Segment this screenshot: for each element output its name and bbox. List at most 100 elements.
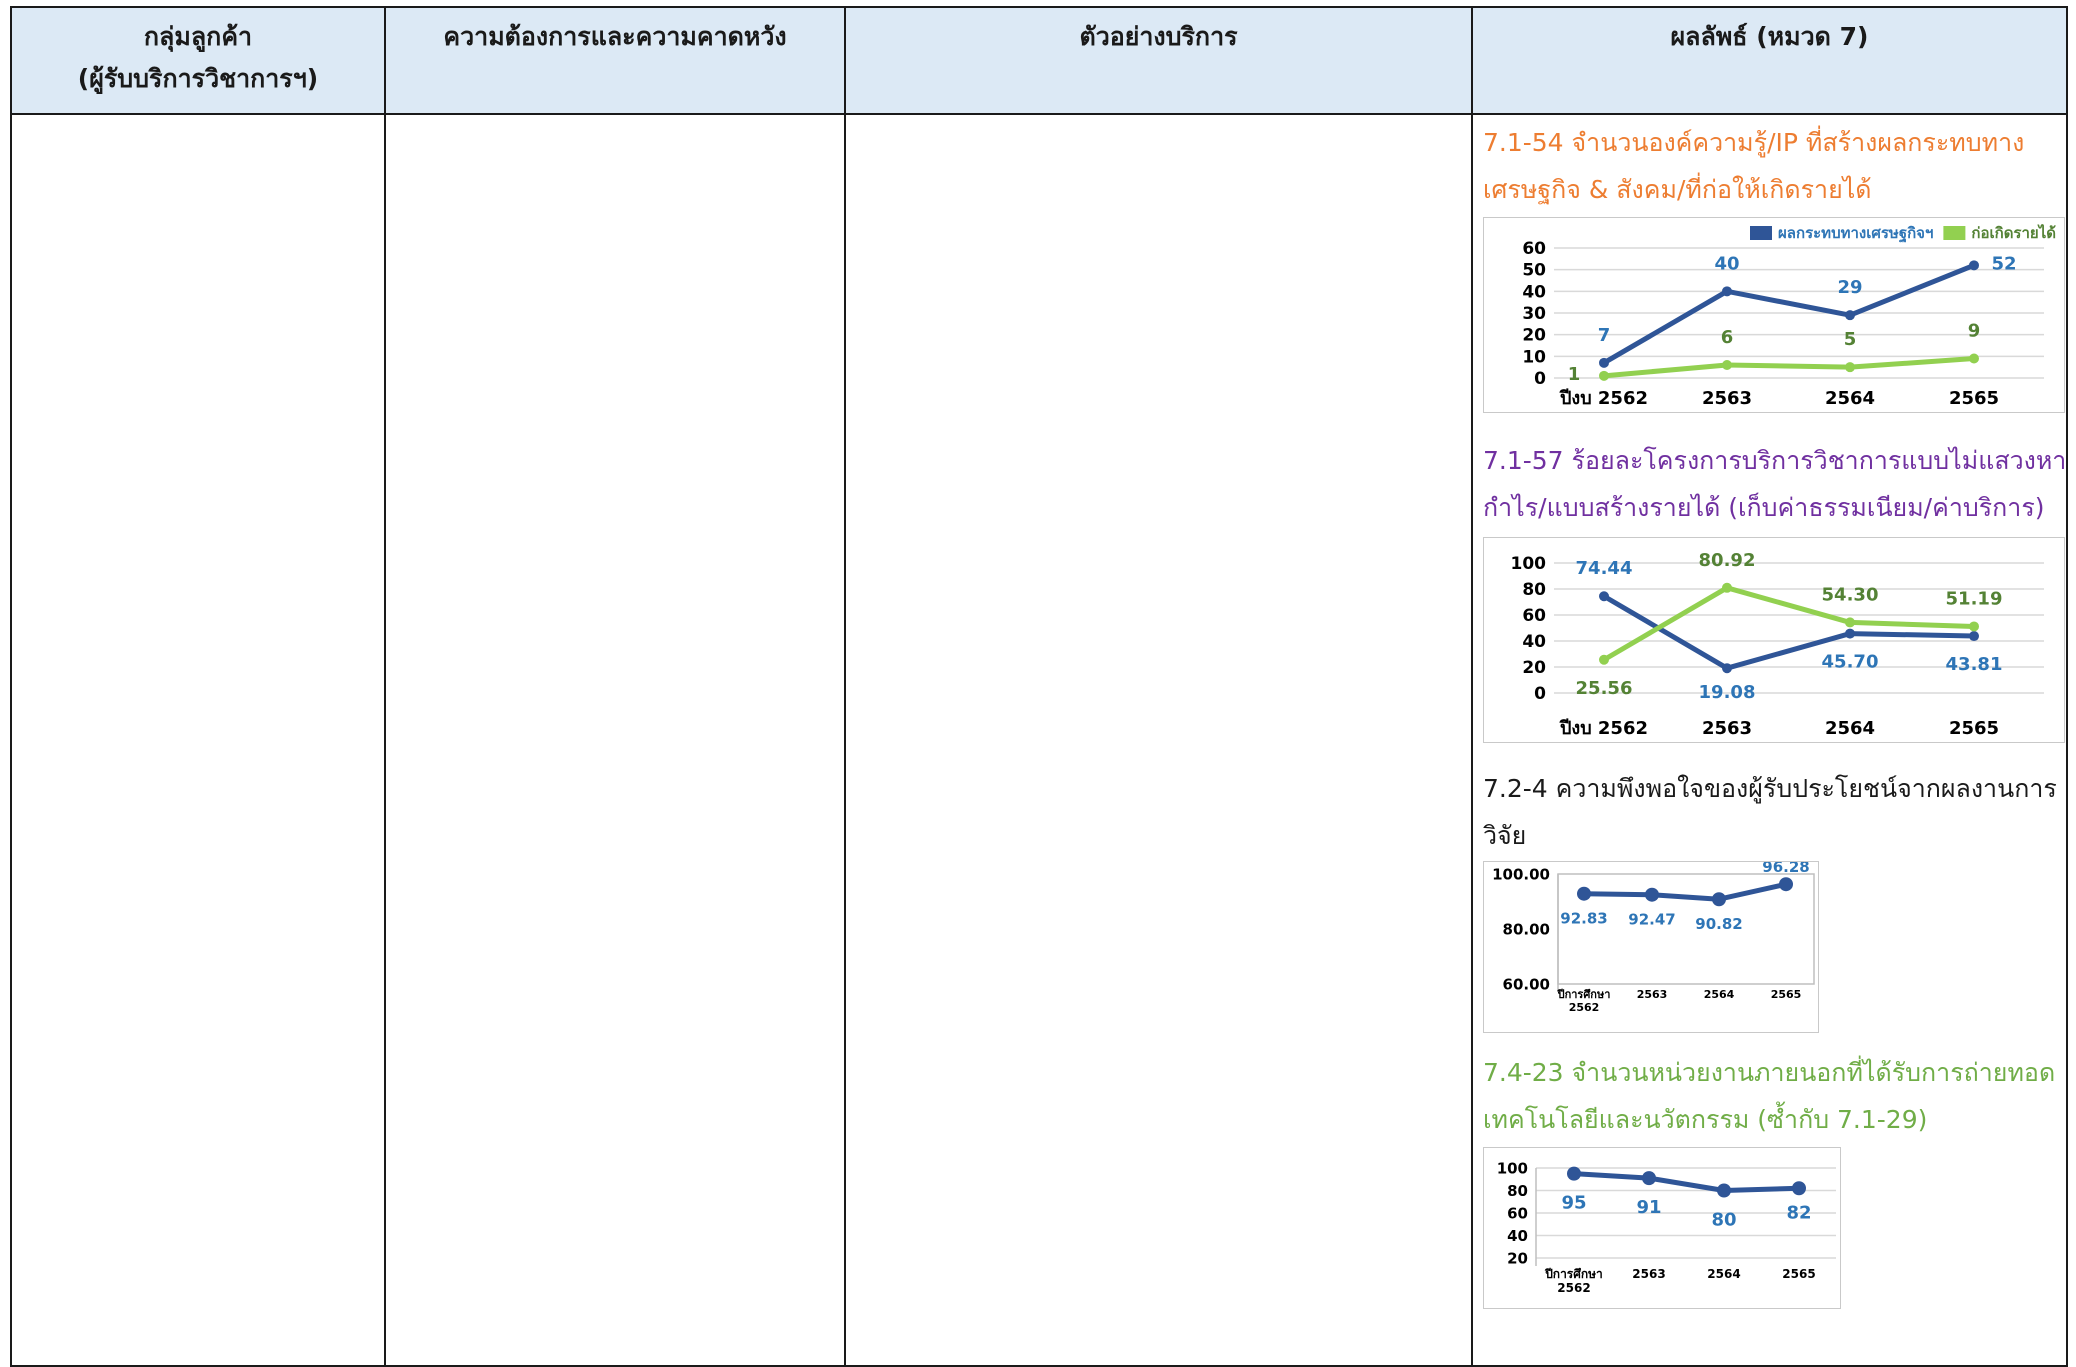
data-label: 25.56 (1576, 678, 1633, 699)
y-tick-label: 60 (1522, 606, 1546, 626)
y-tick-label: 20 (1522, 326, 1546, 346)
data-label: 80 (1711, 1210, 1736, 1231)
data-label: 82 (1786, 1202, 1811, 1223)
x-category-label: 2564 (1707, 1267, 1740, 1281)
series-line (1581, 881, 1789, 902)
data-label: 1 (1568, 364, 1581, 385)
chart-7-1-57: 100 80 60 40 20 0 ปีงบ 2562 2563 2564 2565 74.44 19… (1483, 537, 2065, 743)
data-point (1722, 582, 1732, 593)
y-tick-label: 0 (1534, 369, 1546, 389)
data-label: 91 (1636, 1197, 1661, 1218)
data-point (1845, 362, 1855, 373)
x-category-label: ปีการศึกษา (1557, 988, 1611, 1001)
legend-swatch (1943, 226, 1966, 240)
data-point (1779, 877, 1793, 892)
x-category-label: 2565 (1949, 718, 1999, 739)
results-cell: 7.1-54 จำนวนองค์ความรู้/IP ที่สร้างผลกระ… (1471, 113, 2068, 1367)
x-category-label: 2565 (1771, 988, 1802, 1001)
header-service-examples: ตัวอย่างบริการ (844, 6, 1473, 115)
legend-swatch (1750, 226, 1772, 240)
x-category-label: 2564 (1704, 988, 1735, 1001)
chart-7-1-57-svg: 100 80 60 40 20 0 ปีงบ 2562 2563 2564 2565 74.44 19… (1511, 550, 2044, 739)
header-needs-label: ความต้องการและความคาดหวัง (443, 22, 787, 51)
data-label: 54.30 (1822, 584, 1879, 605)
data-label: 43.81 (1946, 654, 2003, 675)
kpi-title-line: กำไร/แบบสร้างรายได้ (เก็บค่าธรรมเนียม/ค่… (1483, 493, 2045, 522)
data-point (1845, 628, 1855, 639)
chart-7-2-4: 100.00 80.00 60.00 ปีการศึกษา 2562 2563 2564 25… (1483, 861, 1819, 1033)
header-customer-group-line2: (ผู้รับบริการวิชาการฯ) (77, 64, 319, 93)
outcomes-table: กลุ่มลูกค้า (ผู้รับบริการวิชาการฯ) ความต… (10, 6, 2068, 1367)
data-point (1599, 591, 1609, 602)
legend-label: ก่อเกิดรายได้ (1971, 223, 2056, 242)
series-line (1601, 262, 1977, 366)
y-tick-label: 80.00 (1503, 920, 1550, 938)
header-customer-group-line1: กลุ่มลูกค้า (143, 22, 253, 51)
data-label: 40 (1714, 253, 1739, 274)
y-tick-label: 60 (1522, 239, 1546, 259)
data-point (1599, 357, 1609, 368)
data-label: 92.83 (1560, 910, 1607, 928)
y-tick-label: 40 (1522, 632, 1546, 652)
data-label: 19.08 (1699, 682, 1756, 703)
data-label: 92.47 (1628, 911, 1675, 929)
data-label: 45.70 (1822, 652, 1879, 673)
kpi-title-7-1-54: 7.1-54 จำนวนองค์ความรู้/IP ที่สร้างผลกระ… (1483, 119, 2024, 213)
data-label: 7 (1598, 325, 1611, 346)
kpi-title-line: 7.2-4 ความพึงพอใจของผู้รับประโยชน์จากผลง… (1483, 774, 2057, 803)
data-point (1599, 654, 1609, 665)
data-label: 52 (1991, 253, 2016, 274)
legend-label: ผลกระทบทางเศรษฐกิจฯ (1778, 224, 1933, 243)
x-category-label: 2562 (1569, 1001, 1600, 1014)
y-tick-label: 40 (1522, 282, 1546, 302)
x-category-label: 2565 (1949, 388, 1999, 409)
customer-group-cell (10, 113, 386, 1367)
kpi-title-7-4-23: 7.4-23 จำนวนหน่วยงานภายนอกที่ได้รับการถ่… (1483, 1049, 2055, 1143)
header-results: ผลลัพธ์ (หมวด 7) (1471, 6, 2068, 115)
y-tick-label: 60 (1507, 1204, 1528, 1222)
data-label: 95 (1561, 1193, 1586, 1214)
y-tick-label: 20 (1522, 658, 1546, 678)
x-category-label: 2564 (1825, 718, 1875, 739)
chart-7-2-4-svg: 100.00 80.00 60.00 ปีการศึกษา2562 2563 2564 25… (1492, 862, 1815, 1014)
y-tick-label: 100.00 (1492, 865, 1550, 883)
data-point (1722, 286, 1732, 297)
header-service-examples-label: ตัวอย่างบริการ (1079, 22, 1238, 51)
data-label: 9 (1968, 321, 1981, 342)
y-tick-label: 80 (1522, 580, 1546, 600)
data-point (1642, 1171, 1656, 1186)
x-category-label: 2565 (1782, 1267, 1815, 1281)
plot-area-frame (1557, 873, 1815, 985)
data-label: 80.92 (1699, 550, 1756, 571)
data-point (1969, 621, 1979, 632)
data-point (1722, 663, 1732, 674)
chart-7-1-54: 60 50 40 30 20 10 0 ปีงบ 2562 2563 2564 2565 7 40 29 5… (1483, 217, 2065, 413)
header-results-label: ผลลัพธ์ (หมวด 7) (1670, 22, 1869, 51)
body-row: 7.1-54 จำนวนองค์ความรู้/IP ที่สร้างผลกระ… (10, 113, 2068, 1367)
data-label: 90.82 (1695, 915, 1742, 933)
x-category-label: ปีงบ 2562 (1559, 388, 1648, 409)
kpi-title-7-2-4: 7.2-4 ความพึงพอใจของผู้รับประโยชน์จากผลง… (1483, 765, 2057, 859)
y-tick-label: 20 (1507, 1249, 1528, 1267)
data-point (1567, 1166, 1581, 1181)
series-line (1601, 356, 1977, 379)
data-label: 74.44 (1576, 558, 1633, 579)
x-category-label: 2564 (1825, 388, 1875, 409)
data-label: 29 (1837, 277, 1862, 298)
x-category-label: 2563 (1637, 988, 1668, 1001)
data-point (1577, 886, 1591, 901)
x-category-label: 2562 (1557, 1281, 1590, 1295)
data-label: 51.19 (1946, 588, 2003, 609)
chart-7-4-23: 100 80 60 40 20 ปีการศึกษา 2562 2563 2564 2565 95 9… (1483, 1147, 1841, 1309)
y-tick-label: 50 (1522, 261, 1546, 281)
y-tick-label: 100 (1511, 554, 1547, 574)
y-tick-label: 10 (1522, 347, 1546, 367)
kpi-title-line: 7.4-23 จำนวนหน่วยงานภายนอกที่ได้รับการถ่… (1483, 1058, 2056, 1087)
data-label: 96.28 (1762, 862, 1809, 876)
y-tick-label: 0 (1534, 684, 1546, 704)
y-tick-label: 30 (1522, 304, 1546, 324)
x-category-label: 2563 (1702, 718, 1752, 739)
chart-7-4-23-svg: 100 80 60 40 20 ปีการศึกษา2562 2563 2564 2565 95 9… (1497, 1159, 1836, 1295)
kpi-title-line: 7.1-54 จำนวนองค์ความรู้/IP ที่สร้างผลกระ… (1483, 128, 2025, 157)
x-category-label: ปีการศึกษา (1545, 1267, 1603, 1281)
